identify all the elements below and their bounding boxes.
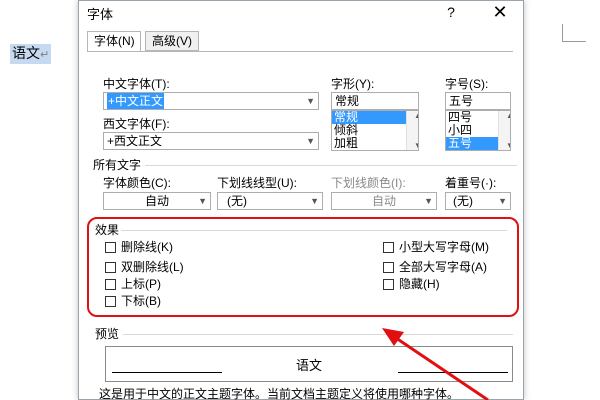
font-style-list[interactable]: 常规 倾斜 加粗 ▲▼ <box>331 110 419 151</box>
chevron-down-icon: ▼ <box>306 136 315 146</box>
chinese-font-label: 中文字体(T): <box>103 77 170 91</box>
font-size-list[interactable]: 四号 小四 五号 ▲▼ <box>445 110 511 151</box>
double-strikethrough-checkbox[interactable] <box>105 262 116 273</box>
tab-font[interactable]: 字体(N) <box>87 31 141 52</box>
western-font-select[interactable]: +西文正文 ▼ <box>103 132 319 150</box>
chinese-font-select[interactable]: +中文正文 ▼ <box>103 92 319 110</box>
chinese-font-value: +中文正文 <box>107 93 165 109</box>
small-caps-checkbox[interactable] <box>383 242 394 253</box>
chevron-down-icon: ▼ <box>306 96 315 106</box>
underline-style-value: (无) <box>227 194 247 208</box>
small-caps-label: 小型大写字母(M) <box>399 240 489 254</box>
subscript-checkbox[interactable] <box>105 296 116 307</box>
section-divider <box>145 165 517 166</box>
strikethrough-checkbox[interactable] <box>105 242 116 253</box>
underline-color-select: 自动 ▼ <box>331 192 437 210</box>
font-style-label: 字形(Y): <box>331 77 375 91</box>
underline-style-select[interactable]: (无) ▼ <box>217 192 323 210</box>
preview-baseline <box>398 372 508 373</box>
superscript-label: 上标(P) <box>121 277 161 291</box>
scrollbar[interactable]: ▲▼ <box>406 111 418 150</box>
section-divider <box>121 230 507 231</box>
font-size-input[interactable]: 五号 <box>445 92 511 110</box>
chevron-down-icon: ▼ <box>424 196 433 206</box>
scroll-down-icon[interactable]: ▼ <box>505 141 510 150</box>
help-button[interactable]: ? <box>441 2 461 22</box>
chevron-down-icon: ▼ <box>498 196 507 206</box>
font-color-select[interactable]: 自动 ▼ <box>103 192 211 210</box>
all-caps-label: 全部大写字母(A) <box>399 260 487 274</box>
font-dialog: 字体 ? ✕ 字体(N) 高级(V) 中文字体(T): +中文正文 ▼ 西文字体… <box>78 0 524 400</box>
page-corner-mark <box>562 24 586 42</box>
all-text-section-label: 所有文字 <box>93 158 142 172</box>
paragraph-mark-icon: ↵ <box>40 49 50 61</box>
dialog-titlebar[interactable]: 字体 ? ✕ <box>79 1 523 23</box>
font-color-value: 自动 <box>144 194 169 208</box>
preview-section-label: 预览 <box>95 327 120 341</box>
emphasis-mark-select[interactable]: (无) ▼ <box>445 192 511 210</box>
scroll-down-icon[interactable]: ▼ <box>413 141 418 150</box>
western-font-value: +西文正文 <box>107 134 163 148</box>
underline-color-value: 自动 <box>371 194 396 208</box>
chevron-down-icon: ▼ <box>310 196 319 206</box>
subscript-label: 下标(B) <box>121 294 161 308</box>
chevron-down-icon: ▼ <box>198 196 207 206</box>
document-text[interactable]: 语文↵ <box>10 44 52 64</box>
font-size-label: 字号(S): <box>445 77 489 91</box>
strikethrough-label: 删除线(K) <box>121 240 173 254</box>
superscript-checkbox[interactable] <box>105 279 116 290</box>
section-divider <box>123 334 513 335</box>
scrollbar[interactable]: ▲▼ <box>498 111 510 150</box>
preview-description: 这是用于中文的正文主题字体。当前文档主题定义将使用哪种字体。 <box>99 387 460 400</box>
scroll-up-icon[interactable]: ▲ <box>505 111 510 120</box>
emphasis-mark-label: 着重号(·): <box>445 176 497 190</box>
font-style-input[interactable]: 常规 <box>331 92 419 110</box>
tab-divider <box>87 51 513 52</box>
effects-section-label: 效果 <box>95 223 120 237</box>
hidden-label: 隐藏(H) <box>399 277 440 291</box>
scroll-up-icon[interactable]: ▲ <box>413 111 418 120</box>
font-color-label: 字体颜色(C): <box>103 176 171 190</box>
emphasis-mark-value: (无) <box>453 194 473 208</box>
underline-color-label: 下划线颜色(I): <box>331 176 406 190</box>
western-font-label: 西文字体(F): <box>103 117 170 131</box>
preview-area: 语文 <box>105 346 513 382</box>
close-button[interactable]: ✕ <box>489 1 511 23</box>
hidden-checkbox[interactable] <box>383 279 394 290</box>
double-strikethrough-label: 双删除线(L) <box>121 260 184 274</box>
underline-style-label: 下划线线型(U): <box>217 176 297 190</box>
tab-advanced[interactable]: 高级(V) <box>145 31 199 51</box>
dialog-title: 字体 <box>87 7 114 22</box>
all-caps-checkbox[interactable] <box>383 262 394 273</box>
